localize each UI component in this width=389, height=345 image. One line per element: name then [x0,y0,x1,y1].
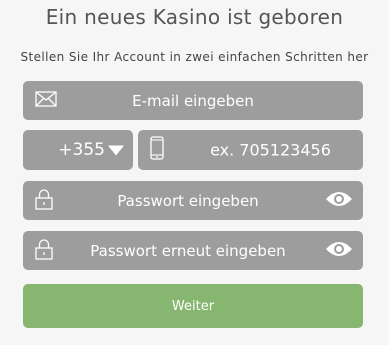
eye-icon[interactable] [325,190,353,212]
page-title: Ein neues Kasino ist geboren [45,5,344,29]
password-confirm-placeholder: Passwort erneut eingeben [90,241,286,260]
phone-placeholder: ex. 705123456 [210,140,331,160]
password-field[interactable]: Passwort eingeben [23,181,363,220]
continue-button[interactable]: Weiter [23,284,363,328]
password-confirm-field[interactable]: Passwort erneut eingeben [23,231,363,270]
mobile-phone-icon [150,136,164,164]
phone-prefix-value: +355 [58,140,105,160]
phone-prefix-select[interactable]: +355 [23,130,133,170]
email-field[interactable]: E-mail eingeben [23,81,363,120]
email-placeholder: E-mail eingeben [132,91,254,110]
caret-down-icon [108,141,124,160]
page-subtitle: Stellen Sie Ihr Account in zwei einfache… [20,50,369,64]
phone-field[interactable]: ex. 705123456 [138,130,363,170]
eye-icon[interactable] [325,240,353,262]
password-placeholder: Passwort eingeben [117,191,259,210]
